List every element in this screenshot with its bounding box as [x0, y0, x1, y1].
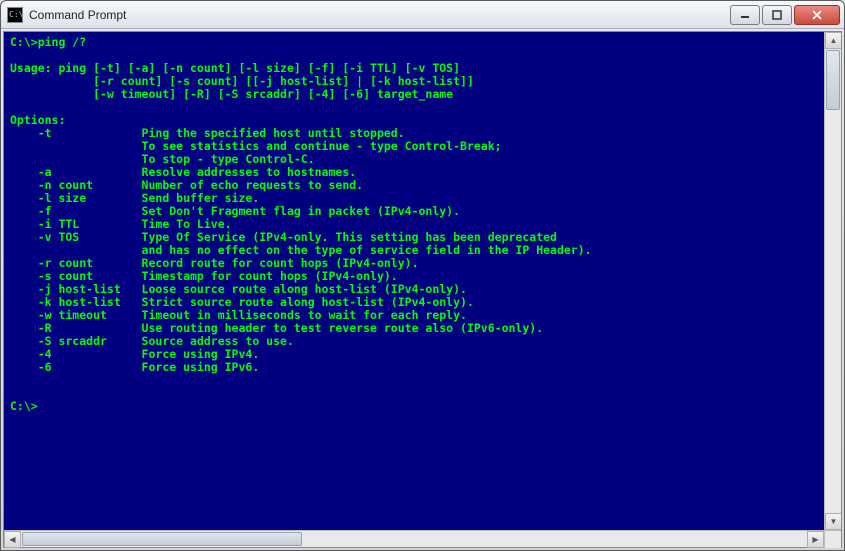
console-wrap: C:\>ping /? Usage: ping [-t] [-a] [-n co…	[4, 32, 841, 530]
command-prompt-window: Command Prompt C:\>ping /? Usage: ping […	[0, 0, 845, 551]
client-area: C:\>ping /? Usage: ping [-t] [-a] [-n co…	[3, 31, 842, 548]
line: -i TTL Time To Live.	[10, 217, 232, 231]
line: -4 Force using IPv4.	[10, 347, 259, 361]
line: -t Ping the specified host until stopped…	[10, 126, 405, 140]
minimize-button[interactable]	[730, 5, 760, 25]
line: -S srcaddr Source address to use.	[10, 334, 294, 348]
line: To see statistics and continue - type Co…	[10, 139, 502, 153]
vertical-scrollbar[interactable]: ▲ ▼	[824, 32, 841, 530]
line: C:\>	[10, 399, 38, 413]
maximize-button[interactable]	[762, 5, 792, 25]
horizontal-scroll-thumb[interactable]	[22, 532, 302, 546]
scroll-left-button[interactable]: ◀	[4, 531, 21, 548]
maximize-icon	[772, 10, 782, 20]
line: -6 Force using IPv6.	[10, 360, 259, 374]
line: -f Set Don't Fragment flag in packet (IP…	[10, 204, 460, 218]
window-title: Command Prompt	[29, 8, 730, 22]
line: and has no effect on the type of service…	[10, 243, 592, 257]
line: -s count Timestamp for count hops (IPv4-…	[10, 269, 398, 283]
line: -n count Number of echo requests to send…	[10, 178, 363, 192]
line: -j host-list Loose source route along ho…	[10, 282, 467, 296]
scroll-up-button[interactable]: ▲	[825, 32, 841, 49]
line: [-w timeout] [-R] [-S srcaddr] [-4] [-6]…	[10, 87, 453, 101]
line: C:\>ping /?	[10, 35, 86, 49]
line: -a Resolve addresses to hostnames.	[10, 165, 356, 179]
close-button[interactable]	[794, 5, 840, 25]
cmd-icon	[7, 7, 23, 23]
line: To stop - type Control-C.	[10, 152, 315, 166]
scroll-right-button[interactable]: ▶	[807, 531, 824, 548]
line: [-r count] [-s count] [[-j host-list] | …	[10, 74, 474, 88]
minimize-icon	[740, 10, 750, 20]
horizontal-scrollbar[interactable]: ◀ ▶	[4, 530, 841, 547]
scrollbar-corner	[824, 531, 841, 548]
line: -r count Record route for count hops (IP…	[10, 256, 419, 270]
line: -w timeout Timeout in milliseconds to wa…	[10, 308, 467, 322]
line: -v TOS Type Of Service (IPv4-only. This …	[10, 230, 557, 244]
close-icon	[812, 10, 822, 20]
line: -k host-list Strict source route along h…	[10, 295, 474, 309]
scroll-down-button[interactable]: ▼	[825, 513, 841, 530]
line: -l size Send buffer size.	[10, 191, 259, 205]
window-controls	[730, 5, 840, 25]
titlebar[interactable]: Command Prompt	[1, 1, 844, 29]
vertical-scroll-thumb[interactable]	[826, 50, 840, 110]
terminal-output[interactable]: C:\>ping /? Usage: ping [-t] [-a] [-n co…	[4, 32, 824, 530]
line: Usage: ping [-t] [-a] [-n count] [-l siz…	[10, 61, 460, 75]
line: Options:	[10, 113, 65, 127]
line: -R Use routing header to test reverse ro…	[10, 321, 543, 335]
